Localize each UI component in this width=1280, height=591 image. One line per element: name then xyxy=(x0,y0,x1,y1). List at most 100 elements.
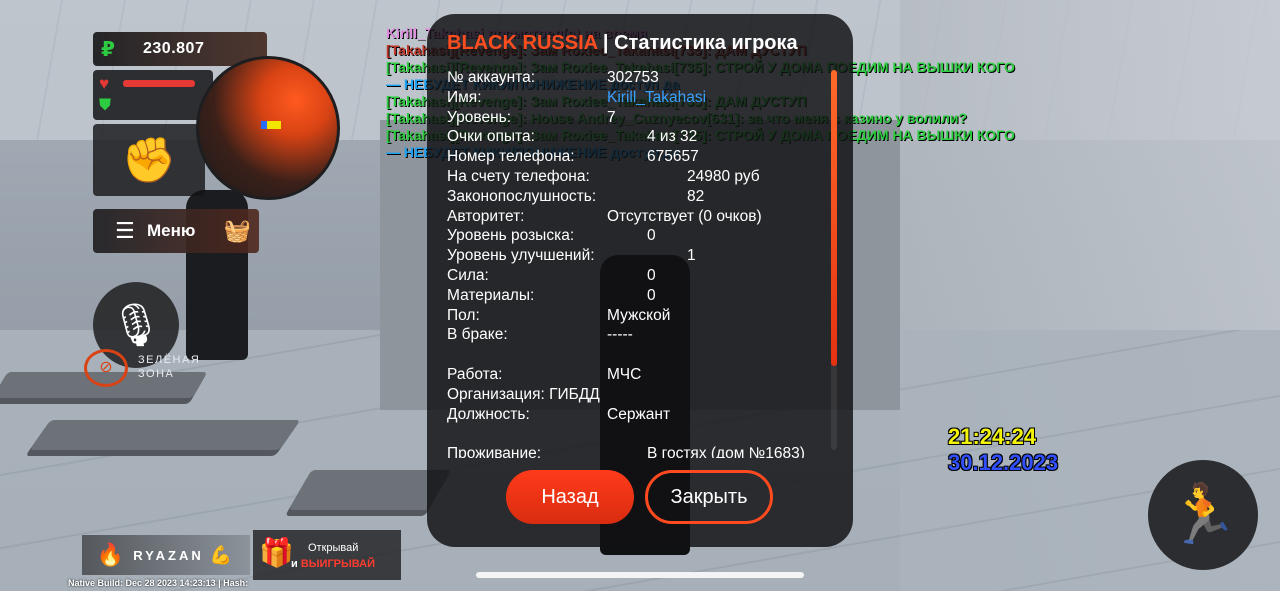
stat-value: МЧС xyxy=(607,365,642,383)
player-stats-dialog: BLACK RUSSIA | Статистика игрока № аккау… xyxy=(427,14,853,547)
stat-key: Очки опыта: xyxy=(447,128,535,146)
minimap[interactable] xyxy=(196,56,340,200)
stat-row: Должность: Сержант xyxy=(447,405,827,425)
player-marker-icon xyxy=(261,121,281,129)
money-amount: 230.807 xyxy=(143,40,205,57)
clock-date: 30.12.2023 xyxy=(948,450,1059,475)
stat-key: Материалы: xyxy=(447,286,535,304)
stat-value: В гостях (дом №1683) xyxy=(647,445,805,458)
heart-icon: ♥ xyxy=(99,74,110,93)
stat-row: Уровень улучшений: 1 xyxy=(447,246,827,266)
green-zone-line1: ЗЕЛЁНАЯ xyxy=(138,354,201,366)
stat-key: Имя: xyxy=(447,88,482,106)
stat-row: Имя: Kirill_Takahasi xyxy=(447,88,827,108)
stat-value: 1 xyxy=(687,247,696,265)
stat-row xyxy=(447,424,827,444)
stat-value: 82 xyxy=(687,187,705,205)
stat-value: 0 xyxy=(647,227,656,245)
stat-key: Сила: xyxy=(447,266,489,284)
scrollbar-thumb[interactable] xyxy=(831,70,837,366)
stats-scrollbar[interactable] xyxy=(831,70,837,450)
stat-row: На счету телефона: 24980 руб xyxy=(447,167,827,187)
close-button[interactable]: Закрыть xyxy=(645,470,773,524)
stat-key: Авторитет: xyxy=(447,207,525,225)
stat-key: Работа: xyxy=(447,365,503,383)
green-zone-indicator: ⊘ ЗЕЛЁНАЯ ЗОНА xyxy=(80,347,220,387)
green-zone-text: ЗЕЛЁНАЯ ЗОНА xyxy=(138,353,200,381)
green-zone-line2: ЗОНА xyxy=(138,368,175,380)
stat-row: Пол: Мужской xyxy=(447,306,827,326)
health-panel: ♥ ⛊ xyxy=(93,70,213,120)
stat-key: № аккаунта: xyxy=(447,69,536,86)
shield-icon: ⛊ xyxy=(99,97,112,114)
hamburger-icon: ☰ xyxy=(115,218,135,243)
stat-key: Уровень розыска: xyxy=(447,227,575,245)
flame-icon: 🔥 xyxy=(96,542,128,567)
stat-key: Организация: ГИБДД xyxy=(447,385,600,403)
stat-value: Сержант xyxy=(607,405,671,423)
promo-banner[interactable]: 🎁 Открывай и ВЫИГРЫВАЙ xyxy=(253,530,401,580)
stat-key: На счету телефона: xyxy=(447,167,590,185)
stat-row: Очки опыта: 4 из 32 xyxy=(447,127,827,147)
running-man-icon: 🏃 xyxy=(1166,482,1240,547)
stat-value: ----- xyxy=(607,326,633,344)
stat-key: Уровень: xyxy=(447,108,512,126)
native-build-info: Native Build: Dec 28 2023 14:23:13 | Has… xyxy=(68,578,249,588)
stat-row: Уровень: 7 xyxy=(447,108,827,128)
scene-bench xyxy=(29,420,301,450)
stat-value: Мужской xyxy=(607,306,671,324)
server-logo: 🔥 RYAZAN 💪 xyxy=(82,535,250,575)
menu-button[interactable]: ☰ Меню 🧺 xyxy=(93,209,259,253)
stat-row: Организация: ГИБДД xyxy=(447,385,827,405)
server-name: RYAZAN xyxy=(133,547,204,563)
stat-value: 0 xyxy=(647,266,656,284)
health-bar xyxy=(123,80,195,87)
stat-value: 4 из 32 xyxy=(647,128,698,146)
dialog-title-text: | Статистика игрока xyxy=(597,32,798,54)
stat-row: Законопослушность: 82 xyxy=(447,187,827,207)
home-indicator[interactable] xyxy=(476,572,804,578)
stats-list[interactable]: № аккаунта: 302753 Имя: Kirill_Takahasi Уров… xyxy=(447,68,827,458)
stat-row: В браке: ----- xyxy=(447,325,827,345)
stat-key: Пол: xyxy=(447,306,480,324)
stat-row xyxy=(447,345,827,365)
stat-value: 675657 xyxy=(647,148,699,166)
stat-row: Материалы: 0 xyxy=(447,286,827,306)
ruble-icon: ₽ xyxy=(101,38,115,61)
stat-key: Номер телефона: xyxy=(447,148,575,166)
promo-line2-prefix: и xyxy=(291,558,301,570)
stat-value: 302753 xyxy=(607,69,659,86)
weapon-slot[interactable]: ✊ xyxy=(93,124,205,196)
promo-line2-accent: ВЫИГРЫВАЙ xyxy=(300,558,376,570)
no-weapon-icon: ⊘ xyxy=(84,349,128,387)
stat-row: Уровень розыска: 0 xyxy=(447,226,827,246)
stat-row: Сила: 0 xyxy=(447,266,827,286)
promo-line2: и ВЫИГРЫВАЙ xyxy=(291,558,375,570)
stat-row: Проживание: В гостях (дом №1683) xyxy=(447,444,827,458)
stat-value[interactable]: Kirill_Takahasi xyxy=(607,88,706,108)
menu-label: Меню xyxy=(147,221,196,240)
sprint-button[interactable]: 🏃 xyxy=(1148,460,1258,570)
stat-key: Проживание: xyxy=(447,445,542,458)
stat-row: № аккаунта: 302753 xyxy=(447,68,827,88)
brand-name: BLACK RUSSIA xyxy=(447,32,598,54)
stat-key: В браке: xyxy=(447,326,508,344)
fist-icon: ✊ xyxy=(121,136,177,185)
stat-key: Уровень улучшений: xyxy=(447,247,595,265)
stat-value: 7 xyxy=(607,108,616,126)
stat-value: 0 xyxy=(647,286,656,304)
microphone-icon: 🎙 xyxy=(109,300,163,348)
promo-line1: Открывай xyxy=(308,542,359,554)
stat-key: Законопослушность: xyxy=(447,187,597,205)
gift-icon: 🎁 xyxy=(259,537,294,568)
back-button[interactable]: Назад xyxy=(506,470,634,524)
stat-value: Отсутствует (0 очков) xyxy=(607,207,762,225)
stat-row: Авторитет: Отсутствует (0 очков) xyxy=(447,207,827,227)
clock-time: 21:24:24 xyxy=(948,424,1037,449)
stat-value: 24980 руб xyxy=(687,167,760,185)
dialog-title: BLACK RUSSIA | Статистика игрока xyxy=(447,32,798,55)
flexed-arm-icon: 💪 xyxy=(209,544,236,565)
stat-key: Должность: xyxy=(447,405,530,423)
stat-row: Работа: МЧС xyxy=(447,365,827,385)
basket-icon[interactable]: 🧺 xyxy=(224,218,251,244)
